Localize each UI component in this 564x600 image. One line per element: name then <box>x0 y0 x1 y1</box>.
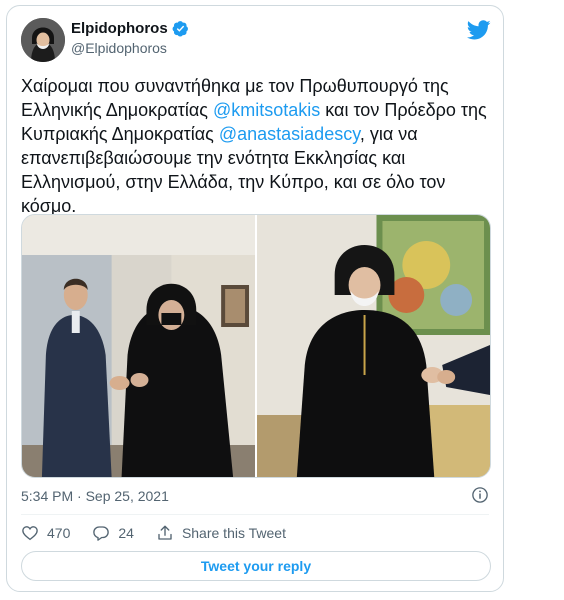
divider <box>21 514 489 515</box>
twitter-bird-icon[interactable] <box>467 18 491 42</box>
tweet-card: Elpidophoros @Elpidophoros Χαίρομαι που … <box>6 5 504 592</box>
info-icon[interactable] <box>471 486 489 504</box>
reply-button[interactable]: 24 <box>92 524 134 542</box>
photo-left-image <box>22 215 255 477</box>
tweet-timestamp[interactable]: 5:34 PM · Sep 25, 2021 <box>21 488 169 504</box>
share-icon <box>158 525 172 540</box>
photo-left[interactable] <box>22 215 255 477</box>
tweet-your-reply-button[interactable]: Tweet your reply <box>21 551 491 581</box>
heart-icon <box>22 526 38 541</box>
photo-right[interactable] <box>257 215 490 477</box>
mention-kmitsotakis-link[interactable]: @kmitsotakis <box>213 100 320 120</box>
photo-right-image <box>257 215 490 477</box>
reply-count: 24 <box>118 525 134 541</box>
reply-icon <box>93 526 110 541</box>
avatar-photo-icon <box>21 18 65 62</box>
media-gallery <box>21 214 491 478</box>
verified-badge-icon <box>172 21 188 37</box>
tweet-text: Χαίρομαι που συναντήθηκα με τον Πρωθυπου… <box>21 74 487 218</box>
share-button[interactable]: Share this Tweet <box>156 524 286 542</box>
mention-anastasiadescy-link[interactable]: @anastasiadescy <box>219 124 360 144</box>
action-bar: 470 24 Share this Tweet <box>21 524 308 542</box>
like-count: 470 <box>47 525 71 541</box>
author-name-row[interactable]: Elpidophoros <box>71 20 189 37</box>
author-handle[interactable]: @Elpidophoros <box>71 40 167 56</box>
avatar[interactable] <box>21 18 65 62</box>
share-label: Share this Tweet <box>181 525 286 541</box>
author-name[interactable]: Elpidophoros <box>71 20 168 37</box>
like-button[interactable]: 470 <box>21 524 70 542</box>
